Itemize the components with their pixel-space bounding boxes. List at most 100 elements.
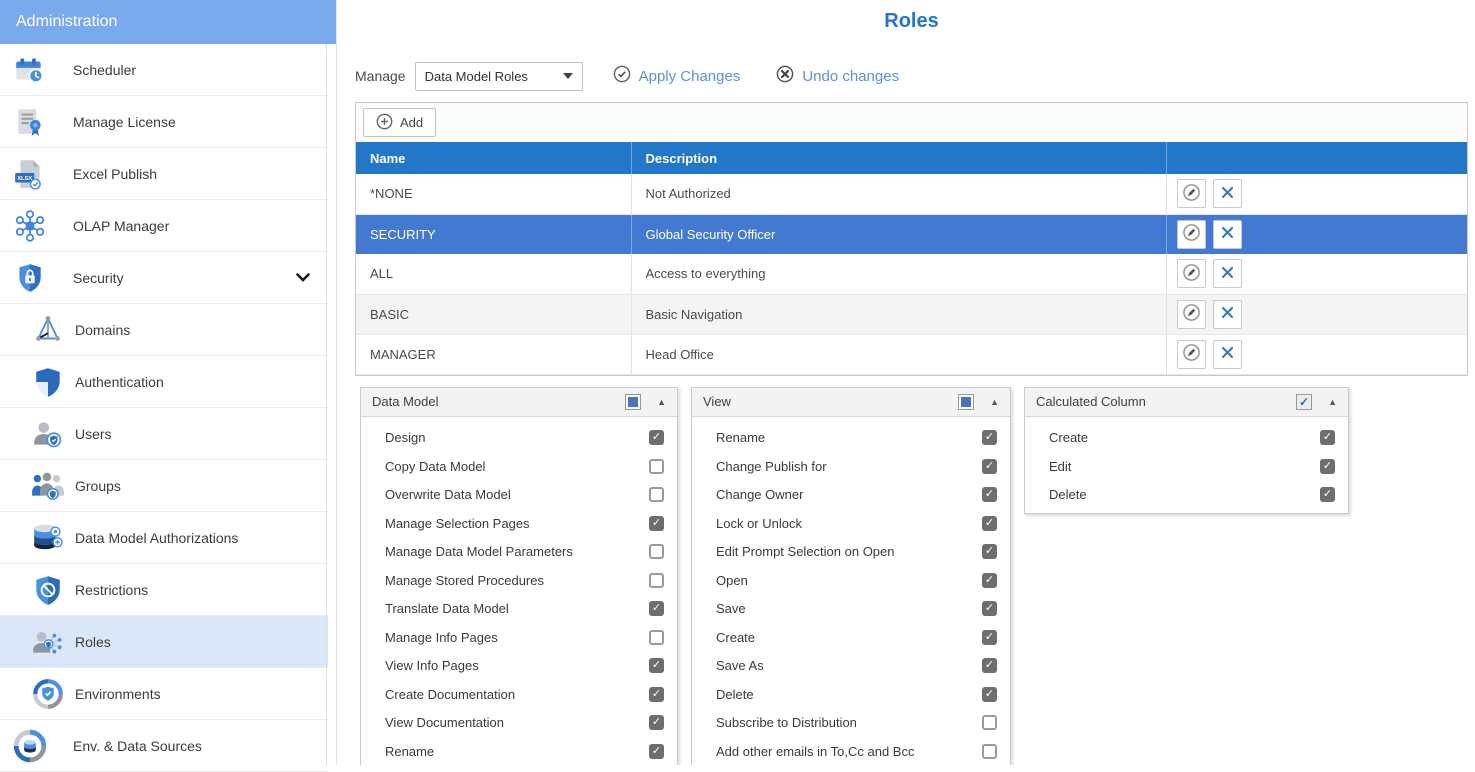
- edit-role-button[interactable]: [1177, 220, 1206, 249]
- sidebar-item-restrictions[interactable]: Restrictions: [0, 564, 328, 616]
- permission-row-open: Open✓: [692, 566, 1010, 595]
- calendar-clock-icon: [13, 53, 47, 87]
- permission-row-edit-prompt-selection-on-open: Edit Prompt Selection on Open✓: [692, 538, 1010, 567]
- delete-role-button[interactable]: [1213, 220, 1242, 249]
- column-header-description: Description: [631, 142, 1166, 174]
- permission-label: Create: [716, 630, 982, 645]
- permission-checkbox[interactable]: [649, 487, 664, 502]
- shield-lock-icon: [13, 261, 47, 295]
- permission-label: Manage Data Model Parameters: [385, 544, 649, 559]
- permission-checkbox[interactable]: ✓: [649, 715, 664, 730]
- role-row-security[interactable]: SECURITYGlobal Security Officer: [356, 214, 1467, 254]
- permission-checkbox[interactable]: ✓: [982, 487, 997, 502]
- collapse-arrow-icon[interactable]: ▲: [990, 397, 999, 407]
- sidebar-item-label: Security: [73, 270, 124, 286]
- permission-checkbox[interactable]: [982, 715, 997, 730]
- permission-checkbox[interactable]: [982, 744, 997, 759]
- people-group-icon: [31, 469, 65, 503]
- manage-label: Manage: [355, 68, 406, 84]
- sidebar-item-environments[interactable]: Environments: [0, 668, 328, 720]
- permission-checkbox[interactable]: ✓: [982, 573, 997, 588]
- sidebar-item-env-data-sources[interactable]: Env. & Data Sources: [0, 720, 328, 772]
- shield-block-icon: [31, 573, 65, 607]
- permission-row-edit: Edit✓: [1025, 452, 1348, 481]
- sidebar-item-olap-manager[interactable]: OLAP Manager: [0, 200, 328, 252]
- manage-dropdown[interactable]: Data Model Roles: [415, 62, 583, 91]
- roles-table-container: Add NameDescription *NONENot AuthorizedS…: [355, 102, 1468, 376]
- sidebar-item-security[interactable]: Security: [0, 252, 328, 304]
- sidebar-item-data-model-authorizations[interactable]: Data Model Authorizations: [0, 512, 328, 564]
- permission-row-overwrite-data-model: Overwrite Data Model: [361, 481, 677, 510]
- permission-checkbox[interactable]: ✓: [982, 459, 997, 474]
- permission-label: Copy Data Model: [385, 459, 649, 474]
- permission-row-save: Save✓: [692, 595, 1010, 624]
- permission-checkbox[interactable]: ✓: [982, 430, 997, 445]
- permission-checkbox[interactable]: [649, 459, 664, 474]
- sidebar-item-label: Groups: [75, 478, 121, 494]
- add-role-button[interactable]: Add: [363, 108, 436, 137]
- delete-role-button[interactable]: [1213, 300, 1242, 329]
- sidebar-item-users[interactable]: Users: [0, 408, 328, 460]
- role-row-basic[interactable]: BASICBasic Navigation: [356, 294, 1467, 334]
- permission-checkbox[interactable]: [649, 544, 664, 559]
- sidebar-item-authentication[interactable]: Authentication: [0, 356, 328, 408]
- manage-toolbar: Manage Data Model Roles Apply Changes Un…: [355, 61, 1468, 91]
- undo-changes-button[interactable]: Undo changes: [776, 65, 899, 87]
- edit-role-button[interactable]: [1177, 259, 1206, 288]
- panel-title: Calculated Column: [1036, 394, 1296, 409]
- permission-label: Subscribe to Distribution: [716, 715, 982, 730]
- sidebar-item-roles[interactable]: Roles: [0, 616, 328, 668]
- permission-checkbox[interactable]: ✓: [982, 658, 997, 673]
- sidebar-item-manage-license[interactable]: Manage License: [0, 96, 328, 148]
- permission-label: Translate Data Model: [385, 601, 649, 616]
- panel-select-all-checkbox[interactable]: [958, 394, 974, 410]
- sidebar-item-scheduler[interactable]: Scheduler: [0, 44, 328, 96]
- delete-role-button[interactable]: [1213, 259, 1242, 288]
- sidebar-item-domains[interactable]: Domains: [0, 304, 328, 356]
- permission-checkbox[interactable]: ✓: [649, 601, 664, 616]
- permission-checkbox[interactable]: [649, 573, 664, 588]
- permission-checkbox[interactable]: ✓: [982, 516, 997, 531]
- role-row-manager[interactable]: MANAGERHead Office: [356, 334, 1467, 374]
- panel-select-all-checkbox[interactable]: ✓: [1296, 394, 1312, 410]
- edit-role-button[interactable]: [1177, 179, 1206, 208]
- permission-checkbox[interactable]: ✓: [649, 658, 664, 673]
- permission-checkbox[interactable]: [649, 630, 664, 645]
- permission-label: Rename: [385, 744, 649, 759]
- panel-select-all-checkbox[interactable]: [625, 394, 641, 410]
- permission-checkbox[interactable]: ✓: [649, 516, 664, 531]
- permission-checkbox[interactable]: ✓: [982, 601, 997, 616]
- sidebar-item-excel-publish[interactable]: XLSXExcel Publish: [0, 148, 328, 200]
- role-row-all[interactable]: ALLAccess to everything: [356, 254, 1467, 294]
- permission-checkbox[interactable]: ✓: [982, 687, 997, 702]
- permission-checkbox[interactable]: ✓: [982, 544, 997, 559]
- collapse-arrow-icon[interactable]: ▲: [1328, 397, 1337, 407]
- panel-header-calculated-column: Calculated Column✓ ▲: [1025, 388, 1348, 417]
- delete-role-button[interactable]: [1213, 179, 1242, 208]
- edit-role-button[interactable]: [1177, 340, 1206, 369]
- collapse-arrow-icon[interactable]: ▲: [657, 397, 666, 407]
- permission-checkbox[interactable]: ✓: [649, 687, 664, 702]
- add-plus-icon: [376, 113, 393, 133]
- permission-checkbox[interactable]: ✓: [1320, 487, 1335, 502]
- panel-title: View: [703, 394, 958, 409]
- delete-role-button[interactable]: [1213, 340, 1242, 369]
- permission-checkbox[interactable]: ✓: [1320, 430, 1335, 445]
- permission-checkbox[interactable]: ✓: [1320, 459, 1335, 474]
- sidebar-item-label: OLAP Manager: [73, 218, 169, 234]
- delete-x-icon: [1221, 346, 1234, 362]
- permission-label: Add other emails in To,Cc and Bcc: [716, 744, 982, 759]
- permission-row-rename: Rename✓: [361, 737, 677, 765]
- sidebar-item-groups[interactable]: Groups: [0, 460, 328, 512]
- apply-changes-button[interactable]: Apply Changes: [613, 65, 741, 87]
- role-row-none[interactable]: *NONENot Authorized: [356, 174, 1467, 214]
- role-name: ALL: [356, 254, 631, 294]
- undo-changes-label: Undo changes: [802, 68, 899, 85]
- permission-checkbox[interactable]: ✓: [649, 744, 664, 759]
- panel-body: Create✓Edit✓Delete✓: [1025, 417, 1348, 514]
- chevron-down-icon[interactable]: [296, 273, 328, 282]
- permission-checkbox[interactable]: ✓: [649, 430, 664, 445]
- edit-role-button[interactable]: [1177, 300, 1206, 329]
- permission-checkbox[interactable]: ✓: [982, 630, 997, 645]
- permission-row-view-documentation: View Documentation✓: [361, 709, 677, 738]
